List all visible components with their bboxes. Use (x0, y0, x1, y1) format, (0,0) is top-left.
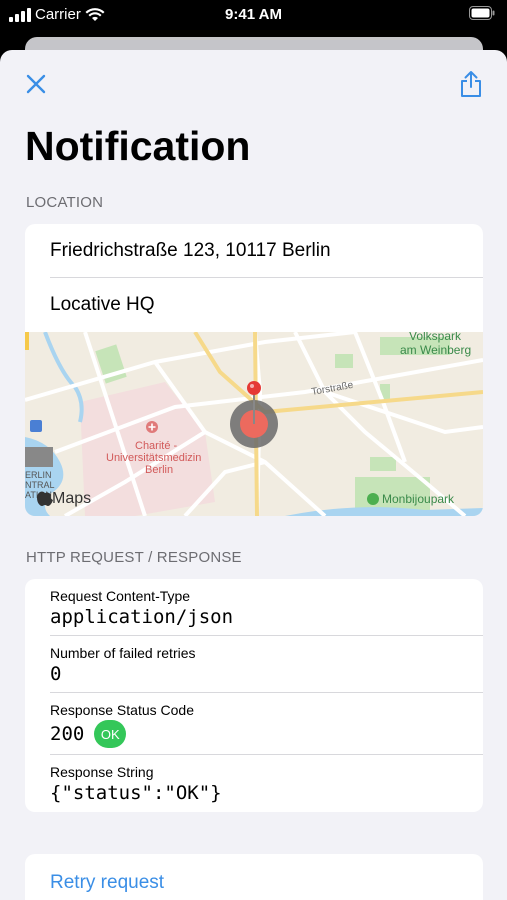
pin-highlight (250, 384, 254, 388)
map-label-berlin-1: ERLIN (25, 470, 52, 480)
map-canvas: Volkspark am Weinberg Torstraße Charité … (25, 332, 483, 516)
http-row-content-type: Request Content-Type application/json (25, 579, 483, 636)
http-label: Request Content-Type (50, 588, 191, 604)
page-title: Notification (25, 123, 251, 169)
http-row-response-string: Response String {"status":"OK"} (25, 755, 483, 812)
park-area (335, 354, 353, 368)
pin-icon (247, 381, 261, 395)
map-label-charite-2: Universitätsmedizin (106, 452, 201, 464)
location-name-row: Locative HQ (25, 278, 483, 332)
location-name-text: Locative HQ (50, 294, 155, 315)
retry-request-button[interactable]: Retry request (25, 854, 483, 900)
battery-icon (469, 6, 495, 24)
http-group: Request Content-Type application/json Nu… (25, 579, 483, 812)
notification-sheet: Notification LOCATION Friedrichstraße 12… (0, 50, 507, 900)
share-icon (461, 71, 481, 97)
http-value-text: 200 (50, 723, 85, 745)
http-row-failed-retries: Number of failed retries 0 (25, 636, 483, 693)
http-label: Response Status Code (50, 702, 194, 718)
http-label: Number of failed retries (50, 645, 196, 661)
http-value: 0 (50, 663, 483, 685)
share-button[interactable] (459, 70, 483, 98)
river (43, 332, 84, 423)
http-label: Response String (50, 764, 154, 780)
http-value: 200 OK (50, 720, 483, 748)
map-label-volkspark-2: am Weinberg (400, 343, 471, 357)
status-badge: OK (94, 720, 127, 748)
building (25, 447, 53, 467)
http-value-text: {"status":"OK"} (50, 782, 222, 804)
http-value: {"status":"OK"} (50, 782, 483, 804)
status-time: 9:41 AM (225, 6, 282, 23)
close-icon (26, 74, 46, 94)
http-section-header: HTTP REQUEST / RESPONSE (26, 549, 242, 566)
http-row-status-code: Response Status Code 200 OK (25, 693, 483, 755)
close-button[interactable] (24, 72, 48, 96)
map-attribution: Maps (52, 490, 91, 507)
http-value: application/json (50, 606, 483, 628)
address-row: Friedrichstraße 123, 10117 Berlin (25, 224, 483, 278)
map-label-berlin-2: NTRAL (25, 480, 55, 490)
location-group: Friedrichstraße 123, 10117 Berlin Locati… (25, 224, 483, 516)
address-text: Friedrichstraße 123, 10117 Berlin (50, 240, 331, 261)
map-label-charite-1: Charité - (135, 440, 178, 452)
location-map[interactable]: Volkspark am Weinberg Torstraße Charité … (25, 332, 483, 516)
map-label-volkspark-1: Volkspark (409, 332, 462, 343)
map-label-charite-3: Berlin (145, 464, 173, 476)
park-area (370, 457, 396, 471)
road-marker (25, 332, 29, 350)
transit-icon (30, 420, 42, 432)
map-label-monbijou: Monbijoupark (382, 492, 455, 506)
location-section-header: LOCATION (26, 194, 104, 211)
park-icon (367, 493, 379, 505)
status-bar: Carrier 9:41 AM (0, 0, 507, 30)
http-value-text: application/json (50, 606, 234, 628)
http-value-text: 0 (50, 663, 62, 685)
